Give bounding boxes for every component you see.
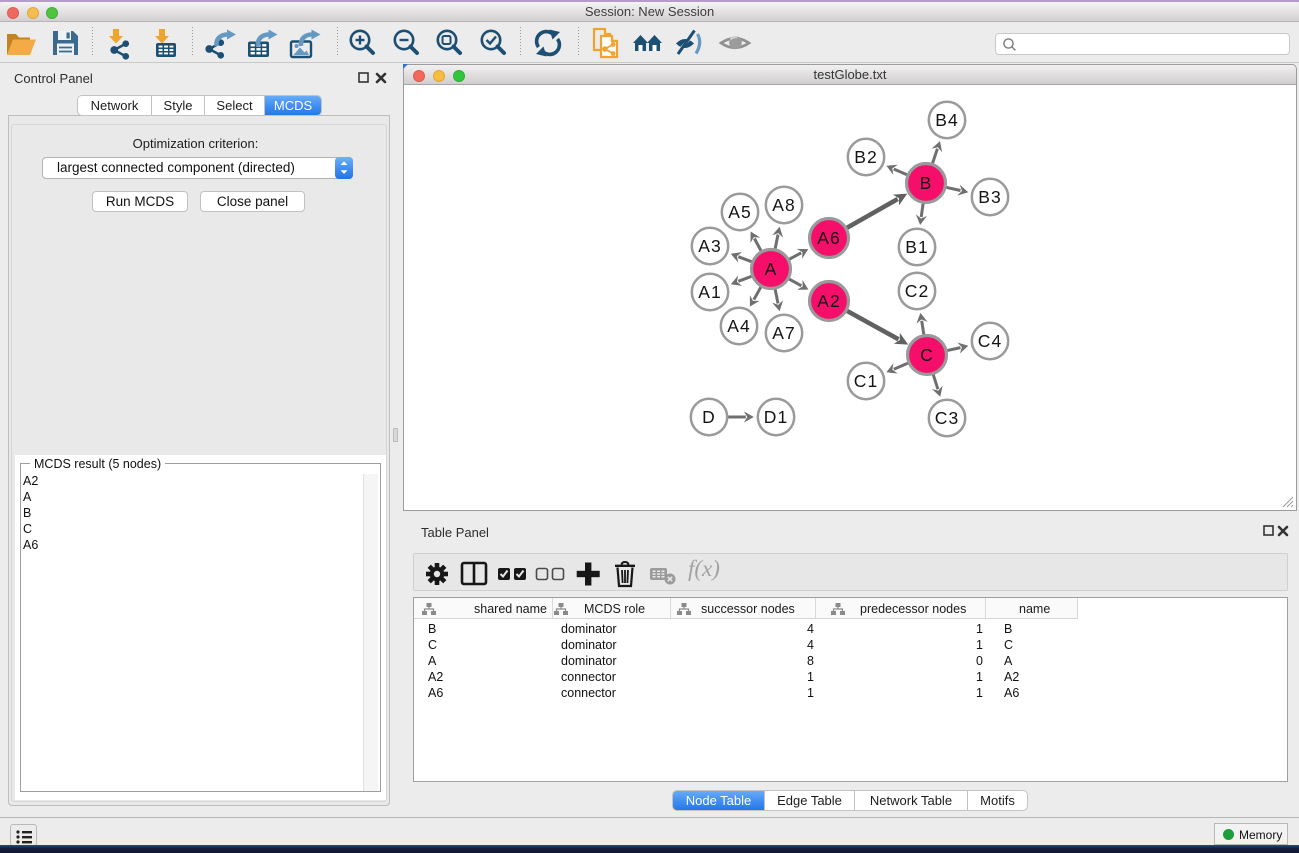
svg-text:A1: A1: [698, 282, 722, 302]
svg-text:A: A: [765, 259, 778, 279]
svg-text:A7: A7: [772, 323, 796, 343]
svg-text:A5: A5: [728, 202, 752, 222]
svg-text:A2: A2: [817, 291, 841, 311]
svg-text:C: C: [920, 345, 934, 365]
svg-text:A4: A4: [727, 316, 751, 336]
svg-text:C1: C1: [854, 371, 879, 391]
svg-text:A8: A8: [772, 195, 796, 215]
svg-text:C3: C3: [935, 408, 960, 428]
svg-text:B2: B2: [854, 147, 878, 167]
svg-text:B1: B1: [905, 237, 929, 257]
svg-text:B3: B3: [978, 187, 1002, 207]
svg-text:D1: D1: [764, 407, 789, 427]
svg-text:C2: C2: [905, 281, 930, 301]
svg-text:B4: B4: [935, 110, 959, 130]
svg-text:B: B: [920, 173, 933, 193]
svg-text:A3: A3: [698, 236, 722, 256]
svg-text:C4: C4: [978, 331, 1003, 351]
svg-text:A6: A6: [817, 228, 841, 248]
svg-text:D: D: [702, 407, 716, 427]
